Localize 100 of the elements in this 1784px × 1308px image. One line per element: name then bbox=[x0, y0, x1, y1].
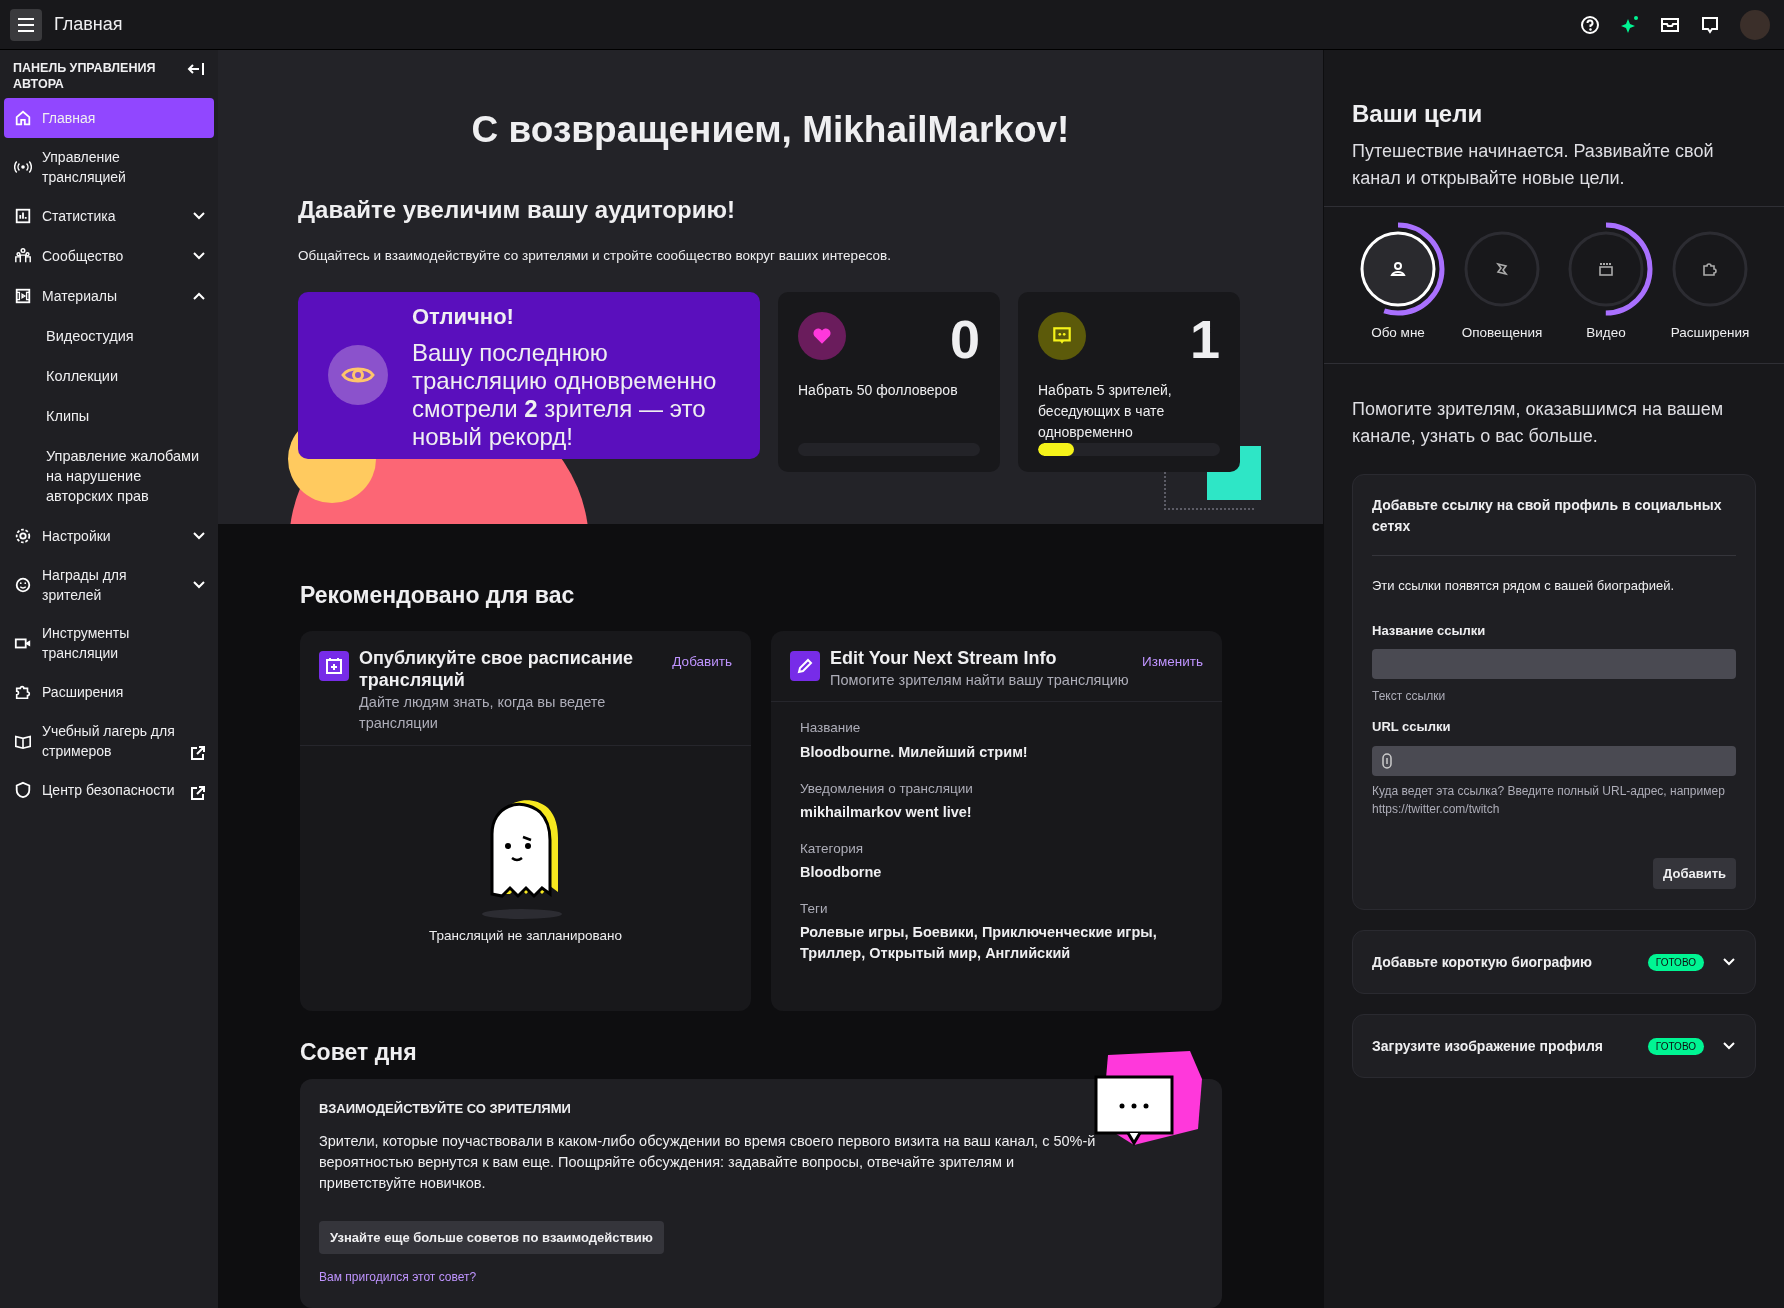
goal-tab[interactable]: Обо мне bbox=[1348, 221, 1448, 344]
chart-icon bbox=[14, 207, 32, 225]
field-hint: Текст ссылки bbox=[1372, 688, 1447, 706]
smiley-icon bbox=[14, 576, 32, 594]
empty-state-text: Трансляций не запланировано bbox=[428, 927, 623, 946]
gear-icon bbox=[14, 527, 32, 545]
chat-bubble-icon[interactable] bbox=[1700, 14, 1720, 35]
shield-icon bbox=[14, 781, 32, 799]
broadcast-icon bbox=[14, 158, 32, 176]
task-card[interactable]: Загрузите изображение профиля ГОТОВО bbox=[1352, 1014, 1756, 1079]
card-title: Опубликуйте свое расписание трансляций bbox=[359, 646, 634, 691]
sparkle-icon[interactable] bbox=[1620, 14, 1640, 35]
sidebar-item[interactable]: Награды для зрителей bbox=[4, 556, 214, 614]
collapse-icon[interactable] bbox=[187, 62, 205, 76]
sidebar-item[interactable]: Сообщество bbox=[4, 236, 214, 276]
field-value: mikhailmarkov went live! bbox=[800, 802, 973, 822]
stat-label: Набрать 50 фолловеров bbox=[798, 380, 959, 400]
task-card[interactable]: Добавьте короткую биографию ГОТОВО bbox=[1352, 930, 1756, 995]
section-title: Рекомендовано для вас bbox=[300, 581, 576, 610]
chevron-down-icon[interactable] bbox=[192, 211, 206, 221]
menu-button[interactable] bbox=[10, 8, 42, 41]
card-title: Добавьте ссылку на свой профиль в социальных сетях bbox=[1372, 495, 1736, 557]
card-subtitle: Дайте людям знать, когда вы ведете трансляции bbox=[359, 692, 607, 734]
tip-heading: ВЗАИМОДЕЙСТВУЙТЕ СО ЗРИТЕЛЯМИ bbox=[319, 1100, 572, 1118]
sidebar-item[interactable]: Материалы bbox=[4, 276, 214, 316]
item-label: Статистика bbox=[42, 207, 117, 226]
help-icon[interactable] bbox=[1580, 14, 1600, 35]
sidebar-item[interactable]: Управление трансляцией bbox=[4, 138, 214, 196]
chat-icon bbox=[1038, 311, 1086, 360]
chevron-down-icon[interactable] bbox=[192, 251, 206, 261]
sidebar-item[interactable]: Статистика bbox=[4, 196, 214, 236]
task-label: Добавьте короткую биографию bbox=[1372, 952, 1594, 972]
sidebar-subitem[interactable]: Коллекции bbox=[4, 356, 214, 396]
field-label: Категория bbox=[800, 839, 865, 858]
sidebar-item[interactable]: Инструменты трансляции bbox=[4, 614, 214, 672]
chevron-down-icon[interactable] bbox=[192, 580, 206, 590]
people-icon bbox=[14, 247, 32, 265]
item-label: Главная bbox=[42, 109, 97, 128]
puzzle-icon bbox=[1703, 263, 1717, 276]
tip-text: Зрители, которые поучаствовали в каком-либо обсуждении во время своего первого визита на ваш канал, с 50%-й вероятностью вернутся к вам еще. Поощряйте обсуждения: задавайте вопросы, отвечайте зрителям и приветствуйте новичков. bbox=[319, 1131, 1097, 1193]
item-label: Расширения bbox=[42, 683, 125, 702]
goal-label: Видео bbox=[1586, 324, 1626, 342]
item-label: Управление трансляцией bbox=[42, 148, 127, 187]
stat-value: 0 bbox=[949, 311, 980, 366]
sidebar-item[interactable]: Учебный лагерь для стримеров bbox=[4, 712, 214, 770]
goal-tab[interactable]: Видео bbox=[1556, 221, 1656, 344]
field-label: URL ссылки bbox=[1372, 718, 1452, 737]
sidebar-subitem[interactable]: Видеостудия bbox=[4, 316, 214, 356]
goal-tab[interactable]: Оповещения bbox=[1452, 221, 1552, 344]
card-title: Edit Your Next Stream Info bbox=[830, 646, 1058, 669]
item-label: Сообщество bbox=[42, 247, 125, 266]
pencil-icon bbox=[790, 650, 820, 681]
sidebar-item[interactable]: Расширения bbox=[4, 672, 214, 712]
item-label: Материалы bbox=[42, 287, 118, 306]
link-icon bbox=[1382, 752, 1392, 769]
field-hint: Куда ведет эта ссылка? Введите полный URL-адрес, например https://twitter.com/twitch bbox=[1372, 782, 1726, 818]
field-value: Bloodborne bbox=[800, 863, 883, 882]
task-label: Загрузите изображение профиля bbox=[1372, 1036, 1604, 1056]
stat-value: 1 bbox=[1189, 311, 1220, 366]
sidebar-heading: ПАНЕЛЬ УПРАВЛЕНИЯ АВТОРА bbox=[13, 60, 157, 92]
lightning-icon bbox=[1496, 262, 1508, 276]
home-icon bbox=[14, 109, 32, 127]
welcome-title: С возвращением, MikhailMarkov! bbox=[471, 108, 1070, 152]
status-badge: ГОТОВО bbox=[1647, 953, 1704, 971]
section-title: Давайте увеличим вашу аудиторию! bbox=[298, 194, 736, 225]
more-tips-button[interactable]: Узнайте еще больше советов по взаимодействию bbox=[319, 1220, 664, 1254]
puzzle-icon bbox=[14, 683, 32, 701]
sidebar-item[interactable]: Настройки bbox=[4, 516, 214, 556]
add-link[interactable]: Добавить bbox=[672, 651, 732, 672]
sidebar-subitem[interactable]: Управление жалобами на нарушение авторских прав bbox=[4, 436, 214, 516]
edit-link[interactable]: Изменить bbox=[1142, 651, 1203, 672]
sidebar-subitem[interactable]: Клипы bbox=[4, 396, 214, 436]
person-icon bbox=[1391, 262, 1405, 276]
panel-title: Ваши цели bbox=[1352, 99, 1484, 129]
goal-label: Обо мне bbox=[1371, 324, 1425, 342]
chevron-down-icon[interactable] bbox=[1722, 957, 1736, 968]
field-value: Ролевые игры, Боевики, Приключенческие игры, Триллер, Открытый мир, Английский bbox=[800, 923, 1158, 964]
link-name-field[interactable] bbox=[1372, 649, 1736, 680]
panel-description: Путешествие начинается. Развивайте свой канал и открывайте новые цели. bbox=[1352, 140, 1715, 190]
film-icon bbox=[14, 287, 32, 305]
section-title: Совет дня bbox=[300, 1037, 418, 1067]
card-subtitle: Помогите зрителям найти вашу трансляцию bbox=[830, 670, 1130, 690]
item-label: Инструменты трансляции bbox=[42, 624, 131, 663]
item-label: Центр безопасности bbox=[42, 781, 176, 800]
record-heading: Отлично! bbox=[412, 302, 515, 331]
item-label: Настройки bbox=[42, 527, 112, 546]
page-title: Главная bbox=[54, 13, 123, 36]
chevron-up-icon[interactable] bbox=[192, 291, 206, 301]
chevron-down-icon[interactable] bbox=[1722, 1041, 1736, 1052]
record-text: Вашу последнюю трансляцию одновременно смотрели 2 зрителя — это новый рекорд! bbox=[412, 338, 718, 451]
card-note: Эти ссылки появятся рядом с вашей биографией. bbox=[1372, 577, 1676, 596]
add-button[interactable]: Добавить bbox=[1653, 857, 1736, 890]
url-field[interactable] bbox=[1372, 745, 1736, 776]
feedback-link[interactable]: Вам пригодился этот совет? bbox=[319, 1268, 477, 1286]
goal-tab[interactable]: Расширения bbox=[1660, 221, 1760, 344]
field-value: Bloodbourne. Милейший стрим! bbox=[800, 742, 1029, 762]
sidebar-item[interactable]: Центр безопасности bbox=[4, 770, 214, 810]
sidebar-item[interactable]: Главная bbox=[4, 98, 214, 138]
field-label: Уведомления о трансляции bbox=[800, 779, 974, 798]
chevron-down-icon[interactable] bbox=[192, 531, 206, 541]
